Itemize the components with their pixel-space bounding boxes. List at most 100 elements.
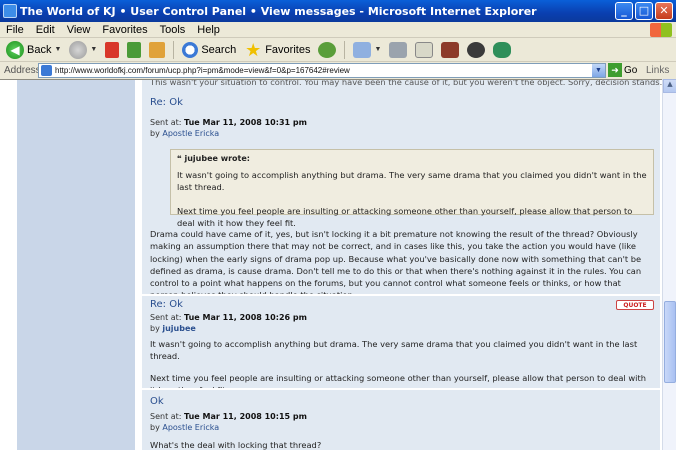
ie-icon <box>3 4 17 18</box>
menu-file[interactable]: File <box>6 24 24 36</box>
author-link[interactable]: Apostle Ericka <box>162 423 219 432</box>
forward-arrow-icon <box>69 40 88 59</box>
quote-line: Next time you feel people are insulting … <box>177 205 633 228</box>
favorites-button[interactable]: ★ Favorites <box>242 40 312 60</box>
mail-icon <box>353 41 372 58</box>
scrollbar-thumb[interactable] <box>664 301 676 383</box>
quote-text: It wasn't going to accomplish anything b… <box>177 169 647 229</box>
messenger-button[interactable] <box>491 40 513 60</box>
address-url: http://www.worldofkj.com/forum/ucp.php?i… <box>55 66 350 75</box>
go-button[interactable]: ➜ Go <box>608 63 637 77</box>
home-icon <box>149 41 166 58</box>
post-meta: Sent at: Tue Mar 11, 2008 10:26 pm by ju… <box>150 312 307 334</box>
window-title: The World of KJ • User Control Panel • V… <box>20 4 537 18</box>
minimize-button[interactable]: _ <box>615 2 633 20</box>
print-icon <box>389 41 408 58</box>
edit-icon <box>415 41 434 58</box>
edit-button[interactable] <box>413 40 435 60</box>
sent-date: Tue Mar 11, 2008 10:31 pm <box>184 118 307 127</box>
research-button[interactable] <box>439 40 461 60</box>
toolbar: ◀ Back ▼ ▼ Search ★ Favorites ▼ <box>0 38 676 62</box>
favorites-label: Favorites <box>265 43 311 56</box>
refresh-icon <box>127 41 142 58</box>
menu-tools[interactable]: Tools <box>160 24 186 36</box>
sent-label: Sent at: <box>150 118 182 127</box>
post-title[interactable]: Re: Ok <box>150 97 183 108</box>
quote-button[interactable]: QUOTE <box>616 300 654 310</box>
toolbar-separator <box>344 40 346 59</box>
post-meta: Sent at: Tue Mar 11, 2008 10:15 pm by Ap… <box>150 411 307 433</box>
print-button[interactable] <box>387 40 409 60</box>
home-button[interactable] <box>147 40 167 60</box>
refresh-button[interactable] <box>125 40 143 60</box>
sent-date: Tue Mar 11, 2008 10:15 pm <box>184 412 307 421</box>
by-label: by <box>150 423 160 432</box>
address-input[interactable]: http://www.worldofkj.com/forum/ucp.php?i… <box>38 63 606 78</box>
stop-icon <box>105 41 120 58</box>
sent-date: Tue Mar 11, 2008 10:26 pm <box>184 313 307 322</box>
message-post: Ok Sent at: Tue Mar 11, 2008 10:15 pm by… <box>142 390 660 450</box>
post-title[interactable]: Ok <box>150 396 164 407</box>
messenger-icon <box>493 41 512 58</box>
menu-bar: File Edit View Favorites Tools Help <box>0 22 676 38</box>
message-list: This wasn't your situation to control. Y… <box>142 79 662 450</box>
author-link[interactable]: jujubee <box>162 324 195 333</box>
chevron-down-icon[interactable]: ▼ <box>90 46 97 53</box>
address-label: Address <box>4 65 41 76</box>
search-button[interactable]: Search <box>180 40 238 60</box>
forward-button[interactable]: ▼ <box>67 40 99 60</box>
close-button[interactable]: ✕ <box>655 2 673 20</box>
research-icon <box>441 41 460 58</box>
post-line: It wasn't going to accomplish anything b… <box>150 339 638 362</box>
sent-label: Sent at: <box>150 412 182 421</box>
quote-author: ❝ jujubee wrote: <box>177 154 251 163</box>
chevron-down-icon[interactable]: ▼ <box>592 64 605 77</box>
post-body-fragment: This wasn't your situation to control. Y… <box>150 79 662 87</box>
menu-favorites[interactable]: Favorites <box>102 24 147 36</box>
back-button[interactable]: ◀ Back ▼ <box>4 40 63 60</box>
post-body: Drama could have came of it, yes, but is… <box>150 229 642 300</box>
search-icon <box>182 41 199 58</box>
windows-logo-icon <box>650 23 672 37</box>
post-body: What's the deal with locking that thread… <box>150 440 322 450</box>
quote-line: It wasn't going to accomplish anything b… <box>177 170 647 193</box>
chevron-down-icon[interactable]: ▼ <box>374 46 381 53</box>
maximize-button[interactable]: □ <box>635 2 653 20</box>
menu-help[interactable]: Help <box>197 24 220 36</box>
previous-post-fragment: This wasn't your situation to control. Y… <box>142 79 662 90</box>
scroll-up-arrow-icon[interactable]: ▲ <box>663 79 676 93</box>
go-arrow-icon: ➜ <box>608 63 622 77</box>
by-label: by <box>150 324 160 333</box>
mail-button[interactable]: ▼ <box>351 40 383 60</box>
menu-view[interactable]: View <box>67 24 91 36</box>
toolbar-separator <box>173 40 175 59</box>
title-bar: The World of KJ • User Control Panel • V… <box>0 0 676 22</box>
star-icon: ★ <box>245 39 262 60</box>
vertical-scrollbar[interactable]: ▲ <box>662 79 676 450</box>
post-meta: Sent at: Tue Mar 11, 2008 10:31 pm by Ap… <box>150 117 307 139</box>
message-post: Re: Ok Sent at: Tue Mar 11, 2008 10:31 p… <box>142 90 660 300</box>
history-icon <box>318 41 337 58</box>
post-title[interactable]: Re: Ok <box>150 299 183 310</box>
search-label: Search <box>201 43 237 56</box>
window-controls: _ □ ✕ <box>615 2 673 20</box>
by-label: by <box>150 129 160 138</box>
discuss-icon <box>467 41 486 58</box>
address-bar: Address http://www.worldofkj.com/forum/u… <box>0 62 676 79</box>
page-icon <box>41 65 52 76</box>
links-button[interactable]: Links <box>646 65 669 76</box>
discuss-button[interactable] <box>465 40 487 60</box>
page-viewport: This wasn't your situation to control. Y… <box>0 79 662 450</box>
back-label: Back <box>27 43 52 56</box>
chevron-down-icon[interactable]: ▼ <box>54 46 61 53</box>
sidebar-column <box>17 80 135 450</box>
go-label: Go <box>624 64 638 76</box>
quote-block: ❝ jujubee wrote: It wasn't going to acco… <box>170 149 654 228</box>
menu-edit[interactable]: Edit <box>36 24 55 36</box>
message-post: Re: Ok QUOTE Sent at: Tue Mar 11, 2008 1… <box>142 296 660 395</box>
stop-button[interactable] <box>103 40 121 60</box>
back-arrow-icon: ◀ <box>6 40 24 59</box>
sent-label: Sent at: <box>150 313 182 322</box>
author-link[interactable]: Apostle Ericka <box>162 129 219 138</box>
history-button[interactable] <box>316 40 338 60</box>
